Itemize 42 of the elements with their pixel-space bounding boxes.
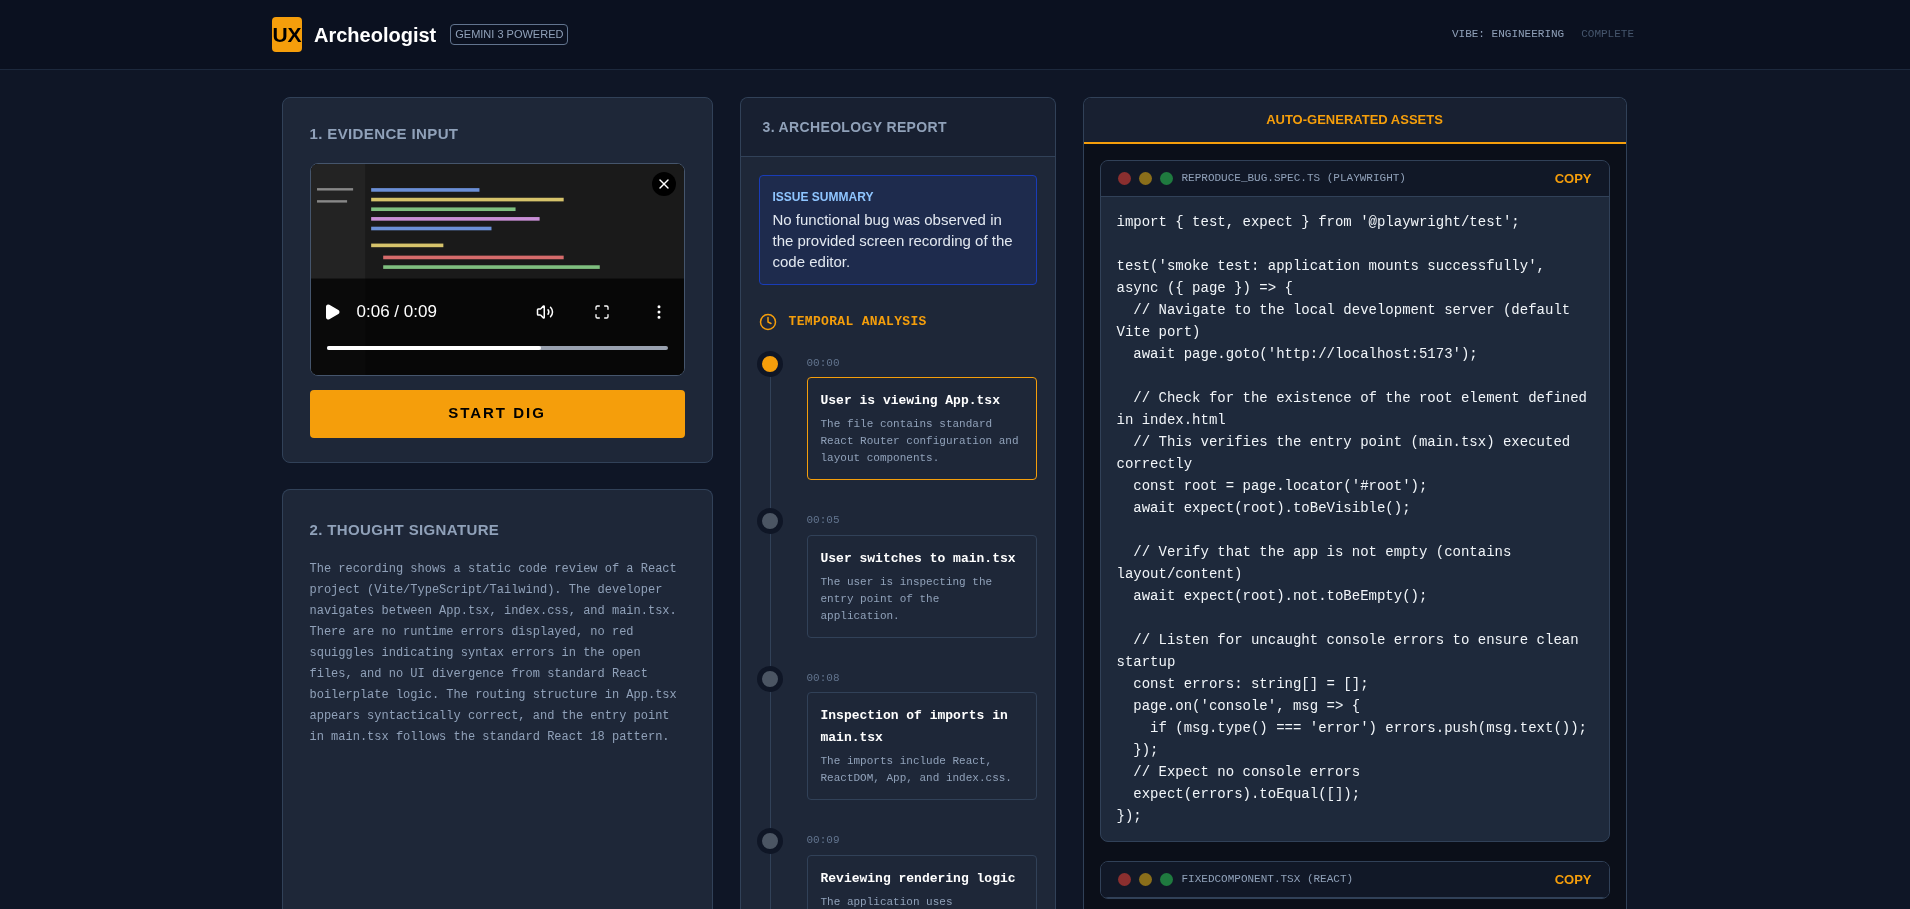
summary-text: No functional bug was observed in the provided screen recording of the code editor.: [772, 210, 1014, 272]
event-title: User switches to main.tsx: [820, 549, 1017, 568]
temporal-title: TEMPORAL ANALYSIS: [788, 313, 927, 331]
logo-mark: UX: [272, 17, 302, 52]
event-card[interactable]: Reviewing rendering logic The application uses: [806, 854, 1037, 909]
video-progress[interactable]: [326, 345, 668, 350]
section-title: 1. EVIDENCE INPUT: [309, 124, 460, 144]
event-description: The imports include React, ReactDOM, App, and index.css.: [820, 754, 1013, 786]
section-title: 2. THOUGHT SIGNATURE: [309, 519, 501, 540]
event-time: 00:09: [806, 833, 841, 848]
copy-button[interactable]: COPY: [1554, 168, 1592, 189]
window-dots-icon: [1117, 172, 1173, 185]
video-time: 0:06 / 0:09: [356, 301, 437, 323]
event-time: 00:00: [806, 355, 841, 371]
event-time: 00:08: [806, 670, 841, 686]
event-title: Reviewing rendering logic: [820, 869, 1017, 888]
event-description: The application uses: [820, 894, 954, 909]
event-title: Inspection of imports in main.tsx: [820, 707, 1009, 747]
start-dig-button[interactable]: START DIG: [309, 389, 685, 438]
vibe-label: VIBE: ENGINEERING: [1451, 27, 1565, 43]
copy-button[interactable]: COPY: [1554, 869, 1592, 890]
volume-icon[interactable]: [535, 302, 554, 321]
app-title: Archeologist: [314, 22, 437, 48]
status-label: COMPLETE: [1581, 27, 1634, 43]
event-time: 00:05: [806, 513, 841, 528]
event-title: User is viewing App.tsx: [820, 392, 1001, 410]
thought-text: The recording shows a static code review of a React project (Vite/TypeScript/Tailwind). The developer navigates between App.tsx, index.css, and main.tsx. There are no runtime errors displayed, no red squiggles indicating syntax errors in the open files, and no UI divergence from standard React boilerplate logic. The routing structure in App.tsx appears syntactically correct, and the entry point in main.tsx follows the standard React 18 pattern.: [309, 561, 678, 746]
event-description: The file contains standard React Router configuration and layout components.: [820, 417, 1020, 466]
event-card[interactable]: Inspection of imports in main.tsx The imports include React, ReactDOM, App, and index.css.: [806, 692, 1037, 800]
assets-title: AUTO-GENERATED ASSETS: [1266, 111, 1443, 130]
section-title: 3. ARCHEOLOGY REPORT: [762, 117, 947, 137]
window-dots-icon: [1117, 873, 1173, 886]
event-card[interactable]: User is viewing App.tsx The file contains standard React Router configuration and layout components.: [806, 377, 1037, 480]
clock-icon: [758, 312, 777, 331]
summary-label: ISSUE SUMMARY: [772, 189, 875, 206]
event-card[interactable]: User switches to main.tsx The user is inspecting the entry point of the application.: [806, 534, 1037, 638]
file-name: FIXEDCOMPONENT.TSX (REACT): [1181, 872, 1354, 888]
fullscreen-icon[interactable]: [593, 303, 610, 320]
file-name: REPRODUCE_BUG.SPEC.TS (PLAYWRIGHT): [1181, 171, 1406, 187]
powered-badge: GEMINI 3 POWERED: [450, 24, 569, 45]
code-text: import { test, expect } from '@playwright/test'; test('smoke test: application mounts successfully', async ({ page }) => { // Navigate to the local development server (default Vite port) await page.goto('http://localhost:5173'); // Check for the existence of the root element defined in index.html // This verifies the entry point (main.tsx) executed correctly const root = page.locator('#root'); await expect(root).toBeVisible(); // Verify that the app is not empty (contains layout/content) await expect(root).not.toBeEmpty(); // Listen for uncaught console errors to ensure clean startup const errors: string[] = []; page.on('console', msg => { if (msg.type() === 'error') errors.push(msg.text()); }); // Expect no console errors expect(errors).toEqual([]); });: [1115, 213, 1588, 826]
event-description: The user is inspecting the entry point of the application.: [820, 574, 994, 624]
